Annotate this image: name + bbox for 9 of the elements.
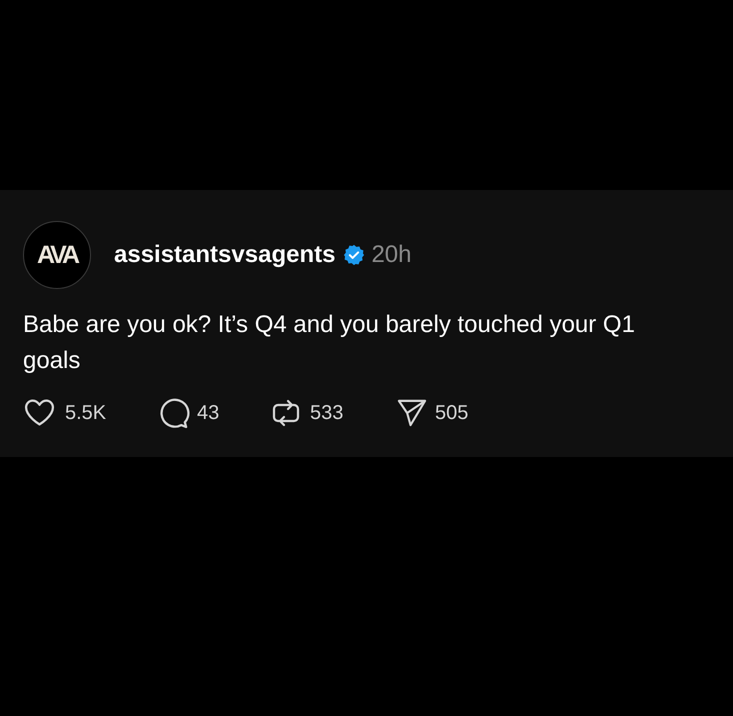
like-button[interactable]: 5.5K <box>23 396 106 429</box>
paper-plane-icon <box>396 397 427 428</box>
post-text: Babe are you ok? It’s Q4 and you barely touched your Q1 goals <box>23 310 636 376</box>
post-time: 20h <box>371 243 412 267</box>
username[interactable]: assistantsvsagents <box>114 243 336 267</box>
share-button[interactable]: 505 <box>396 397 468 428</box>
repost-button[interactable]: 533 <box>270 396 344 428</box>
avatar-logo[interactable]: AVA <box>23 221 91 289</box>
reply-button[interactable]: 43 <box>157 396 220 429</box>
